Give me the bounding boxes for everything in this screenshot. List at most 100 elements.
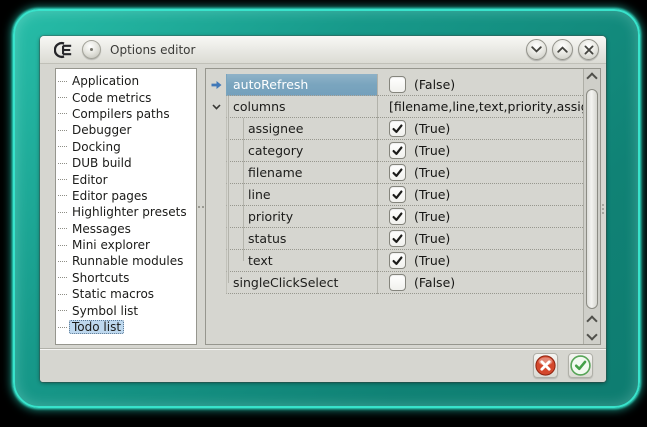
tree-branch-icon — [58, 97, 67, 98]
property-name[interactable]: line — [226, 184, 377, 206]
checkbox-checked[interactable] — [389, 120, 406, 137]
property-name[interactable]: status — [226, 228, 377, 250]
sidebar-item-editor-pages[interactable]: Editor pages — [56, 188, 196, 204]
property-row-autoRefresh[interactable]: autoRefresh (False) — [206, 74, 583, 96]
checkbox-unchecked[interactable] — [389, 76, 406, 93]
property-row-status[interactable]: status (True) — [206, 228, 583, 250]
property-row-text[interactable]: text(True) — [206, 250, 583, 272]
sidebar-item-todo-list[interactable]: Todo list — [56, 319, 196, 335]
checkbox-checked[interactable] — [389, 252, 406, 269]
sidebar-item-runnable-modules[interactable]: Runnable modules — [56, 253, 196, 269]
shade-button[interactable] — [526, 39, 547, 60]
sidebar-item-dub-build[interactable]: DUB build — [56, 155, 196, 171]
checkbox-checked[interactable] — [389, 208, 406, 225]
tree-branch-icon — [58, 212, 67, 213]
cancel-button[interactable] — [533, 353, 558, 378]
sidebar-item-label: Shortcuts — [69, 271, 132, 285]
property-row-assignee[interactable]: assignee (True) — [206, 118, 583, 140]
property-value[interactable]: (True) — [377, 118, 583, 140]
sidebar-item-label: Editor pages — [69, 189, 151, 203]
row-gutter — [206, 118, 226, 140]
chevron-down-icon[interactable] — [212, 104, 221, 110]
property-name[interactable]: category — [226, 140, 377, 162]
tree-branch-icon — [58, 277, 67, 278]
property-name[interactable]: text — [226, 250, 377, 272]
sidebar-item-label: Static macros — [69, 287, 157, 301]
property-value[interactable]: (False) — [377, 272, 583, 294]
property-value[interactable]: [filename,line,text,priority,assigne — [377, 96, 583, 118]
property-row-category[interactable]: category(True) — [206, 140, 583, 162]
sidebar-item-label: Symbol list — [69, 304, 141, 318]
property-value[interactable]: (True) — [377, 184, 583, 206]
scroll-up-button[interactable] — [584, 71, 600, 85]
property-value[interactable]: (False) — [377, 74, 583, 96]
property-name[interactable]: priority — [226, 206, 377, 228]
checkbox-checked[interactable] — [389, 142, 406, 159]
close-button[interactable] — [578, 39, 599, 60]
sidebar-item-code-metrics[interactable]: Code metrics — [56, 89, 196, 105]
checkbox-unchecked[interactable] — [389, 274, 406, 291]
property-row-priority[interactable]: priority(True) — [206, 206, 583, 228]
titlebar-buttons — [526, 39, 599, 60]
checkmark-icon — [392, 146, 403, 156]
window-menu-button[interactable] — [82, 40, 101, 59]
row-gutter — [206, 140, 226, 162]
sidebar-item-static-macros[interactable]: Static macros — [56, 286, 196, 302]
sidebar-item-label: Mini explorer — [69, 238, 153, 252]
sidebar-item-label: Application — [69, 74, 142, 88]
row-gutter — [206, 272, 226, 294]
property-value[interactable]: (True) — [377, 140, 583, 162]
property-value[interactable]: (True) — [377, 228, 583, 250]
tree-branch-icon — [58, 327, 67, 328]
property-name[interactable]: assignee — [226, 118, 377, 140]
sidebar-item-label: Messages — [69, 222, 134, 236]
property-value-text: (True) — [414, 231, 450, 246]
sidebar-item-messages[interactable]: Messages — [56, 221, 196, 237]
property-row-filename[interactable]: filename(True) — [206, 162, 583, 184]
property-name[interactable]: autoRefresh — [226, 74, 377, 96]
scrollbar-thumb[interactable] — [586, 89, 598, 309]
chevron-up-icon — [557, 46, 568, 53]
property-grid: autoRefresh (False) columns[filename,line,… — [205, 68, 601, 345]
row-gutter — [206, 228, 226, 250]
chevron-down-icon — [586, 329, 597, 340]
property-value[interactable]: (True) — [377, 162, 583, 184]
titlebar[interactable]: Options editor — [40, 36, 606, 64]
panel-splitter[interactable] — [197, 68, 205, 345]
scroll-up-button-bottom[interactable] — [584, 314, 600, 328]
property-name[interactable]: filename — [226, 162, 377, 184]
unshade-button[interactable] — [552, 39, 573, 60]
sidebar-item-debugger[interactable]: Debugger — [56, 122, 196, 138]
property-value[interactable]: (True) — [377, 250, 583, 272]
sidebar-item-mini-explorer[interactable]: Mini explorer — [56, 237, 196, 253]
sidebar-item-editor[interactable]: Editor — [56, 171, 196, 187]
checkbox-checked[interactable] — [389, 164, 406, 181]
row-gutter[interactable] — [206, 96, 226, 118]
sidebar-item-highlighter-presets[interactable]: Highlighter presets — [56, 204, 196, 220]
sidebar-item-shortcuts[interactable]: Shortcuts — [56, 270, 196, 286]
property-value[interactable]: (True) — [377, 206, 583, 228]
sidebar-item-docking[interactable]: Docking — [56, 139, 196, 155]
sidebar-item-compilers-paths[interactable]: Compilers paths — [56, 106, 196, 122]
sidebar-item-label: Editor — [69, 173, 111, 187]
sidebar-item-label: Highlighter presets — [69, 205, 190, 219]
scroll-down-button[interactable] — [584, 328, 600, 342]
checkbox-checked[interactable] — [389, 230, 406, 247]
property-row-singleClickSelect[interactable]: singleClickSelect (False) — [206, 272, 583, 294]
sidebar-item-application[interactable]: Application — [56, 73, 196, 89]
accept-button[interactable] — [568, 353, 593, 378]
property-value-text: (False) — [414, 275, 455, 290]
property-value-text: (True) — [414, 121, 450, 136]
property-name[interactable]: columns — [226, 96, 377, 118]
grid-vertical-scrollbar[interactable] — [583, 69, 600, 344]
property-name[interactable]: singleClickSelect — [226, 272, 377, 294]
property-row-line[interactable]: line (True) — [206, 184, 583, 206]
sidebar-item-symbol-list[interactable]: Symbol list — [56, 302, 196, 318]
sidebar-item-label: DUB build — [69, 156, 135, 170]
screenshot-background: { "window": { "title": "Options editor",… — [0, 0, 647, 427]
property-row-columns[interactable]: columns[filename,line,text,priority,assi… — [206, 96, 583, 118]
property-value-text: (True) — [414, 187, 450, 202]
checkbox-checked[interactable] — [389, 186, 406, 203]
chevron-up-icon — [586, 72, 597, 83]
property-value-text: (False) — [414, 77, 455, 92]
